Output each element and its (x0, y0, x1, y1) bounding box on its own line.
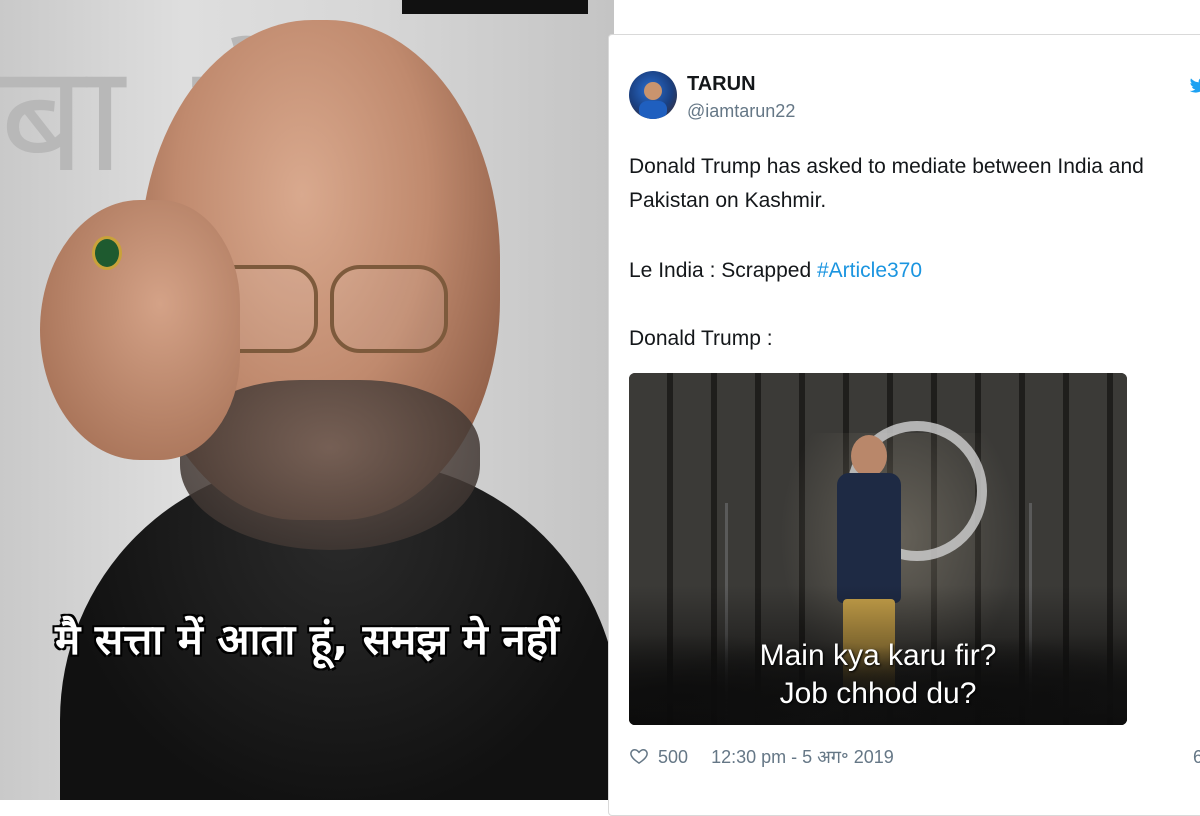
avatar[interactable] (629, 71, 677, 119)
performer-body (837, 473, 901, 603)
user-handle[interactable]: @iamtarun22 (687, 101, 795, 122)
meme-caption: मै सत्ता में आता हूं, समझ मे नहीं (55, 615, 559, 664)
meme-glasses-right-lens (330, 265, 448, 353)
meme-hand (40, 200, 240, 460)
meme-image: बा से मै सत्ता में आता हूं, समझ मे नहीं (0, 0, 614, 800)
hashtag-link[interactable]: #Article370 (817, 259, 922, 282)
tweet-media-image[interactable]: Main kya karu fir? Job chhod du? (629, 373, 1127, 725)
like-count[interactable]: 500 (658, 747, 688, 767)
user-display-name[interactable]: TARUN (687, 73, 756, 96)
media-caption-line: Job chhod du? (779, 677, 977, 710)
tweet-text-line: Le India : Scrapped #Article370 (629, 259, 922, 283)
tweet-text-prefix: Le India : Scrapped (629, 259, 817, 282)
tweet-card: TARUN @iamtarun22 Donald Trump has asked… (608, 34, 1200, 816)
performer-head (851, 435, 887, 477)
info-icon[interactable]: 6 (1193, 747, 1200, 768)
media-caption-line: Main kya karu fir? (759, 639, 997, 672)
twitter-bird-icon[interactable] (1189, 75, 1200, 95)
tweet-text-line: Donald Trump : (629, 327, 773, 350)
heart-icon[interactable] (629, 746, 649, 766)
meme-ring (92, 236, 122, 270)
tweet-footer: 500 12:30 pm - 5 अग॰ 2019 (629, 745, 894, 769)
tweet-timestamp[interactable]: 12:30 pm - 5 अग॰ 2019 (711, 747, 894, 767)
tweet-text-line: Pakistan on Kashmir. (629, 189, 827, 212)
tweet-text-line: Donald Trump has asked to mediate betwee… (629, 155, 1144, 178)
meme-corner-bar (402, 0, 588, 14)
